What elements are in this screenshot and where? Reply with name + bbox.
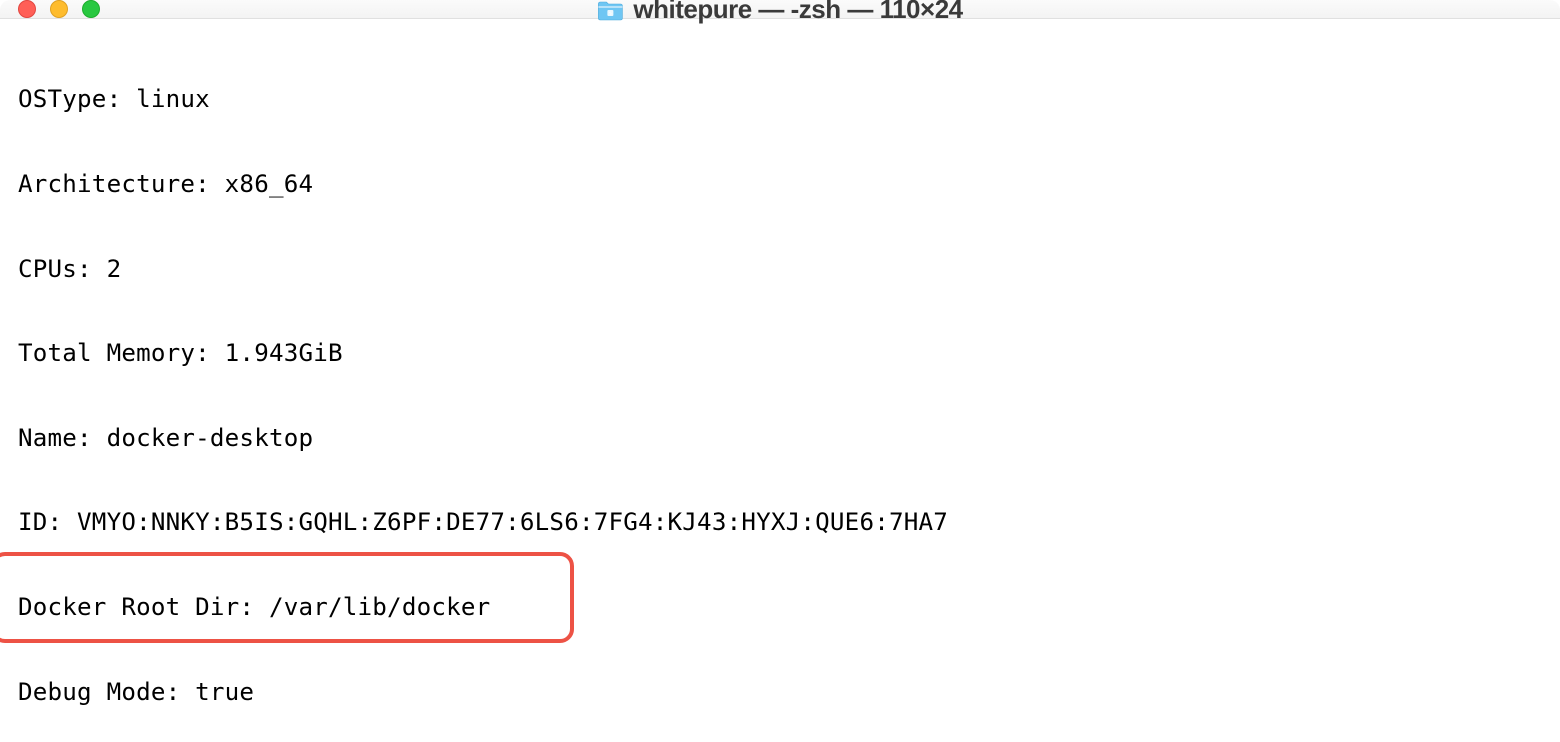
output-line: Debug Mode: true: [18, 678, 1542, 706]
minimize-icon[interactable]: [50, 0, 68, 18]
maximize-icon[interactable]: [82, 0, 100, 18]
titlebar: whitepure — -zsh — 110×24: [0, 0, 1560, 19]
terminal-body[interactable]: OSType: linux Architecture: x86_64 CPUs:…: [0, 19, 1560, 742]
traffic-lights: [18, 0, 100, 18]
output-line: OSType: linux: [18, 85, 1542, 113]
output-line: Docker Root Dir: /var/lib/docker: [18, 593, 1542, 621]
terminal-window: whitepure — -zsh — 110×24 OSType: linux …: [0, 0, 1560, 742]
output-line: Total Memory: 1.943GiB: [18, 339, 1542, 367]
output-line: CPUs: 2: [18, 255, 1542, 283]
output-line: Architecture: x86_64: [18, 170, 1542, 198]
close-icon[interactable]: [18, 0, 36, 18]
output-line: Name: docker-desktop: [18, 424, 1542, 452]
output-line: ID: VMYO:NNKY:B5IS:GQHL:Z6PF:DE77:6LS6:7…: [18, 508, 1542, 536]
folder-icon: [597, 0, 623, 20]
